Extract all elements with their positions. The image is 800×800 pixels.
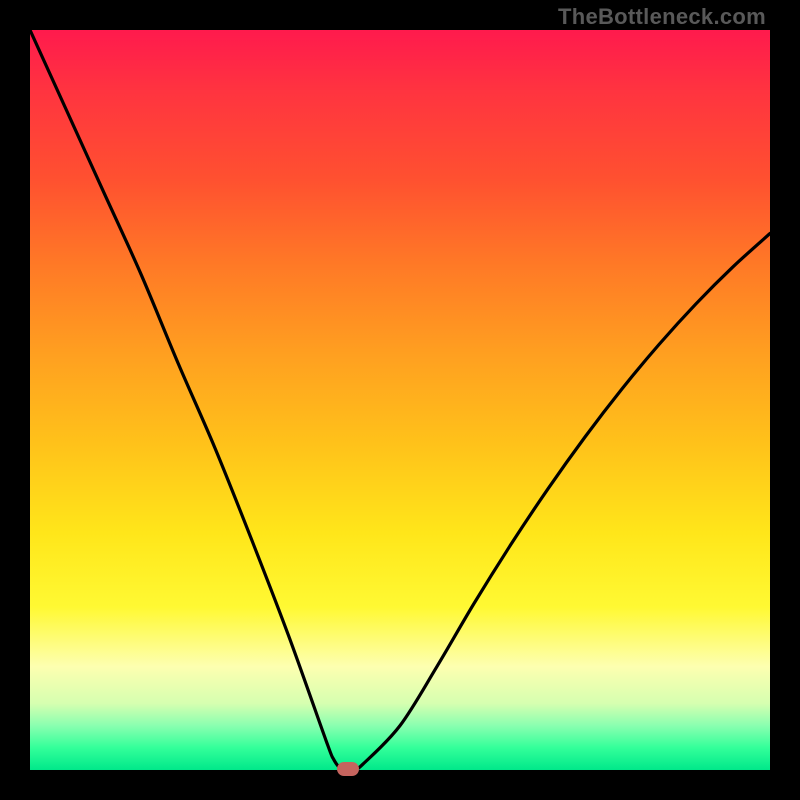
chart-frame: TheBottleneck.com — [0, 0, 800, 800]
watermark-text: TheBottleneck.com — [558, 4, 766, 30]
chart-plot-area — [30, 30, 770, 770]
